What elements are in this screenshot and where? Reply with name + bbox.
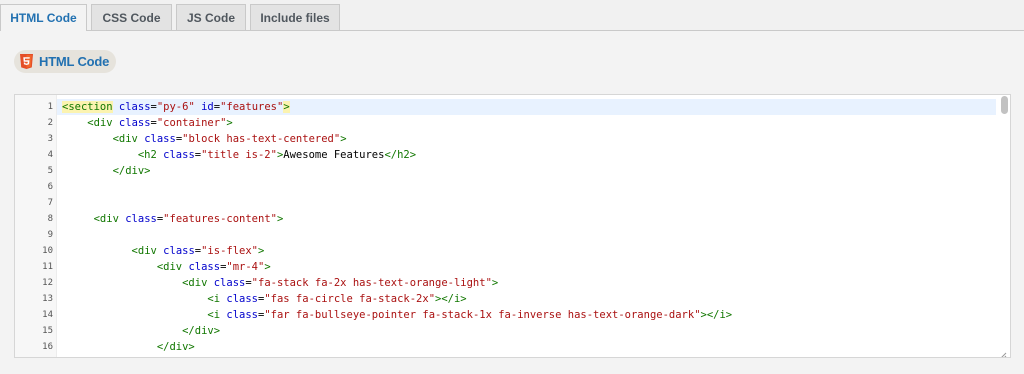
tab-html-code[interactable]: HTML Code (0, 4, 87, 31)
vertical-scrollbar[interactable] (1001, 96, 1008, 114)
line-number: 11 (42, 262, 53, 272)
code-line[interactable]: </div> (62, 163, 151, 179)
code-editor[interactable]: 1234567891011121314151617 <section class… (14, 94, 1011, 358)
code-line[interactable]: <div class="is-flex"> (62, 355, 290, 357)
line-number: 1 (47, 102, 53, 112)
resize-handle-icon[interactable] (999, 347, 1007, 357)
line-number: 15 (42, 326, 53, 336)
line-number: 6 (47, 182, 53, 192)
section-title: HTML Code (39, 54, 110, 69)
code-line[interactable]: <div class="container"> (62, 115, 232, 131)
tab-include-files[interactable]: Include files (250, 4, 340, 30)
line-number: 17 (17, 355, 53, 357)
line-number: 13 (42, 294, 53, 304)
section-header: HTML Code (14, 50, 116, 73)
line-number: 3 (47, 134, 53, 144)
code-line[interactable]: <div class="mr-4"> (62, 259, 271, 275)
line-number: 2 (47, 118, 53, 128)
tab-js-code[interactable]: JS Code (176, 4, 246, 30)
tab-bar: HTML Code CSS Code JS Code Include files (0, 0, 1024, 31)
line-number: 12 (42, 278, 53, 288)
line-number: 4 (47, 150, 53, 160)
tab-css-code[interactable]: CSS Code (91, 4, 172, 30)
code-line[interactable]: <div class="features-content"> (62, 211, 284, 227)
line-number: 10 (42, 246, 53, 256)
code-line[interactable]: <div class="is-flex"> (62, 243, 265, 259)
code-line[interactable]: <h2 class="title is-2">Awesome Features<… (62, 147, 416, 163)
code-line[interactable]: <section class="py-6" id="features"> (62, 99, 290, 115)
code-line[interactable]: </div> (62, 323, 220, 339)
html5-icon (20, 54, 33, 69)
line-number: 16 (42, 342, 53, 352)
line-number: 7 (47, 198, 53, 208)
code-line[interactable]: </div> (62, 339, 195, 355)
code-line[interactable]: <i class="far fa-bullseye-pointer fa-sta… (62, 307, 732, 323)
line-number: 14 (42, 310, 53, 320)
line-number: 5 (47, 166, 53, 176)
code-line[interactable]: <div class="fa-stack fa-2x has-text-oran… (62, 275, 498, 291)
code-area[interactable]: <section class="py-6" id="features"> <di… (57, 95, 996, 357)
code-line[interactable]: <div class="block has-text-centered"> (62, 131, 347, 147)
code-line[interactable]: <i class="fas fa-circle fa-stack-2x"></i… (62, 291, 466, 307)
line-number: 8 (47, 214, 53, 224)
line-number-gutter: 1234567891011121314151617 (15, 95, 57, 357)
line-number: 9 (47, 230, 53, 240)
